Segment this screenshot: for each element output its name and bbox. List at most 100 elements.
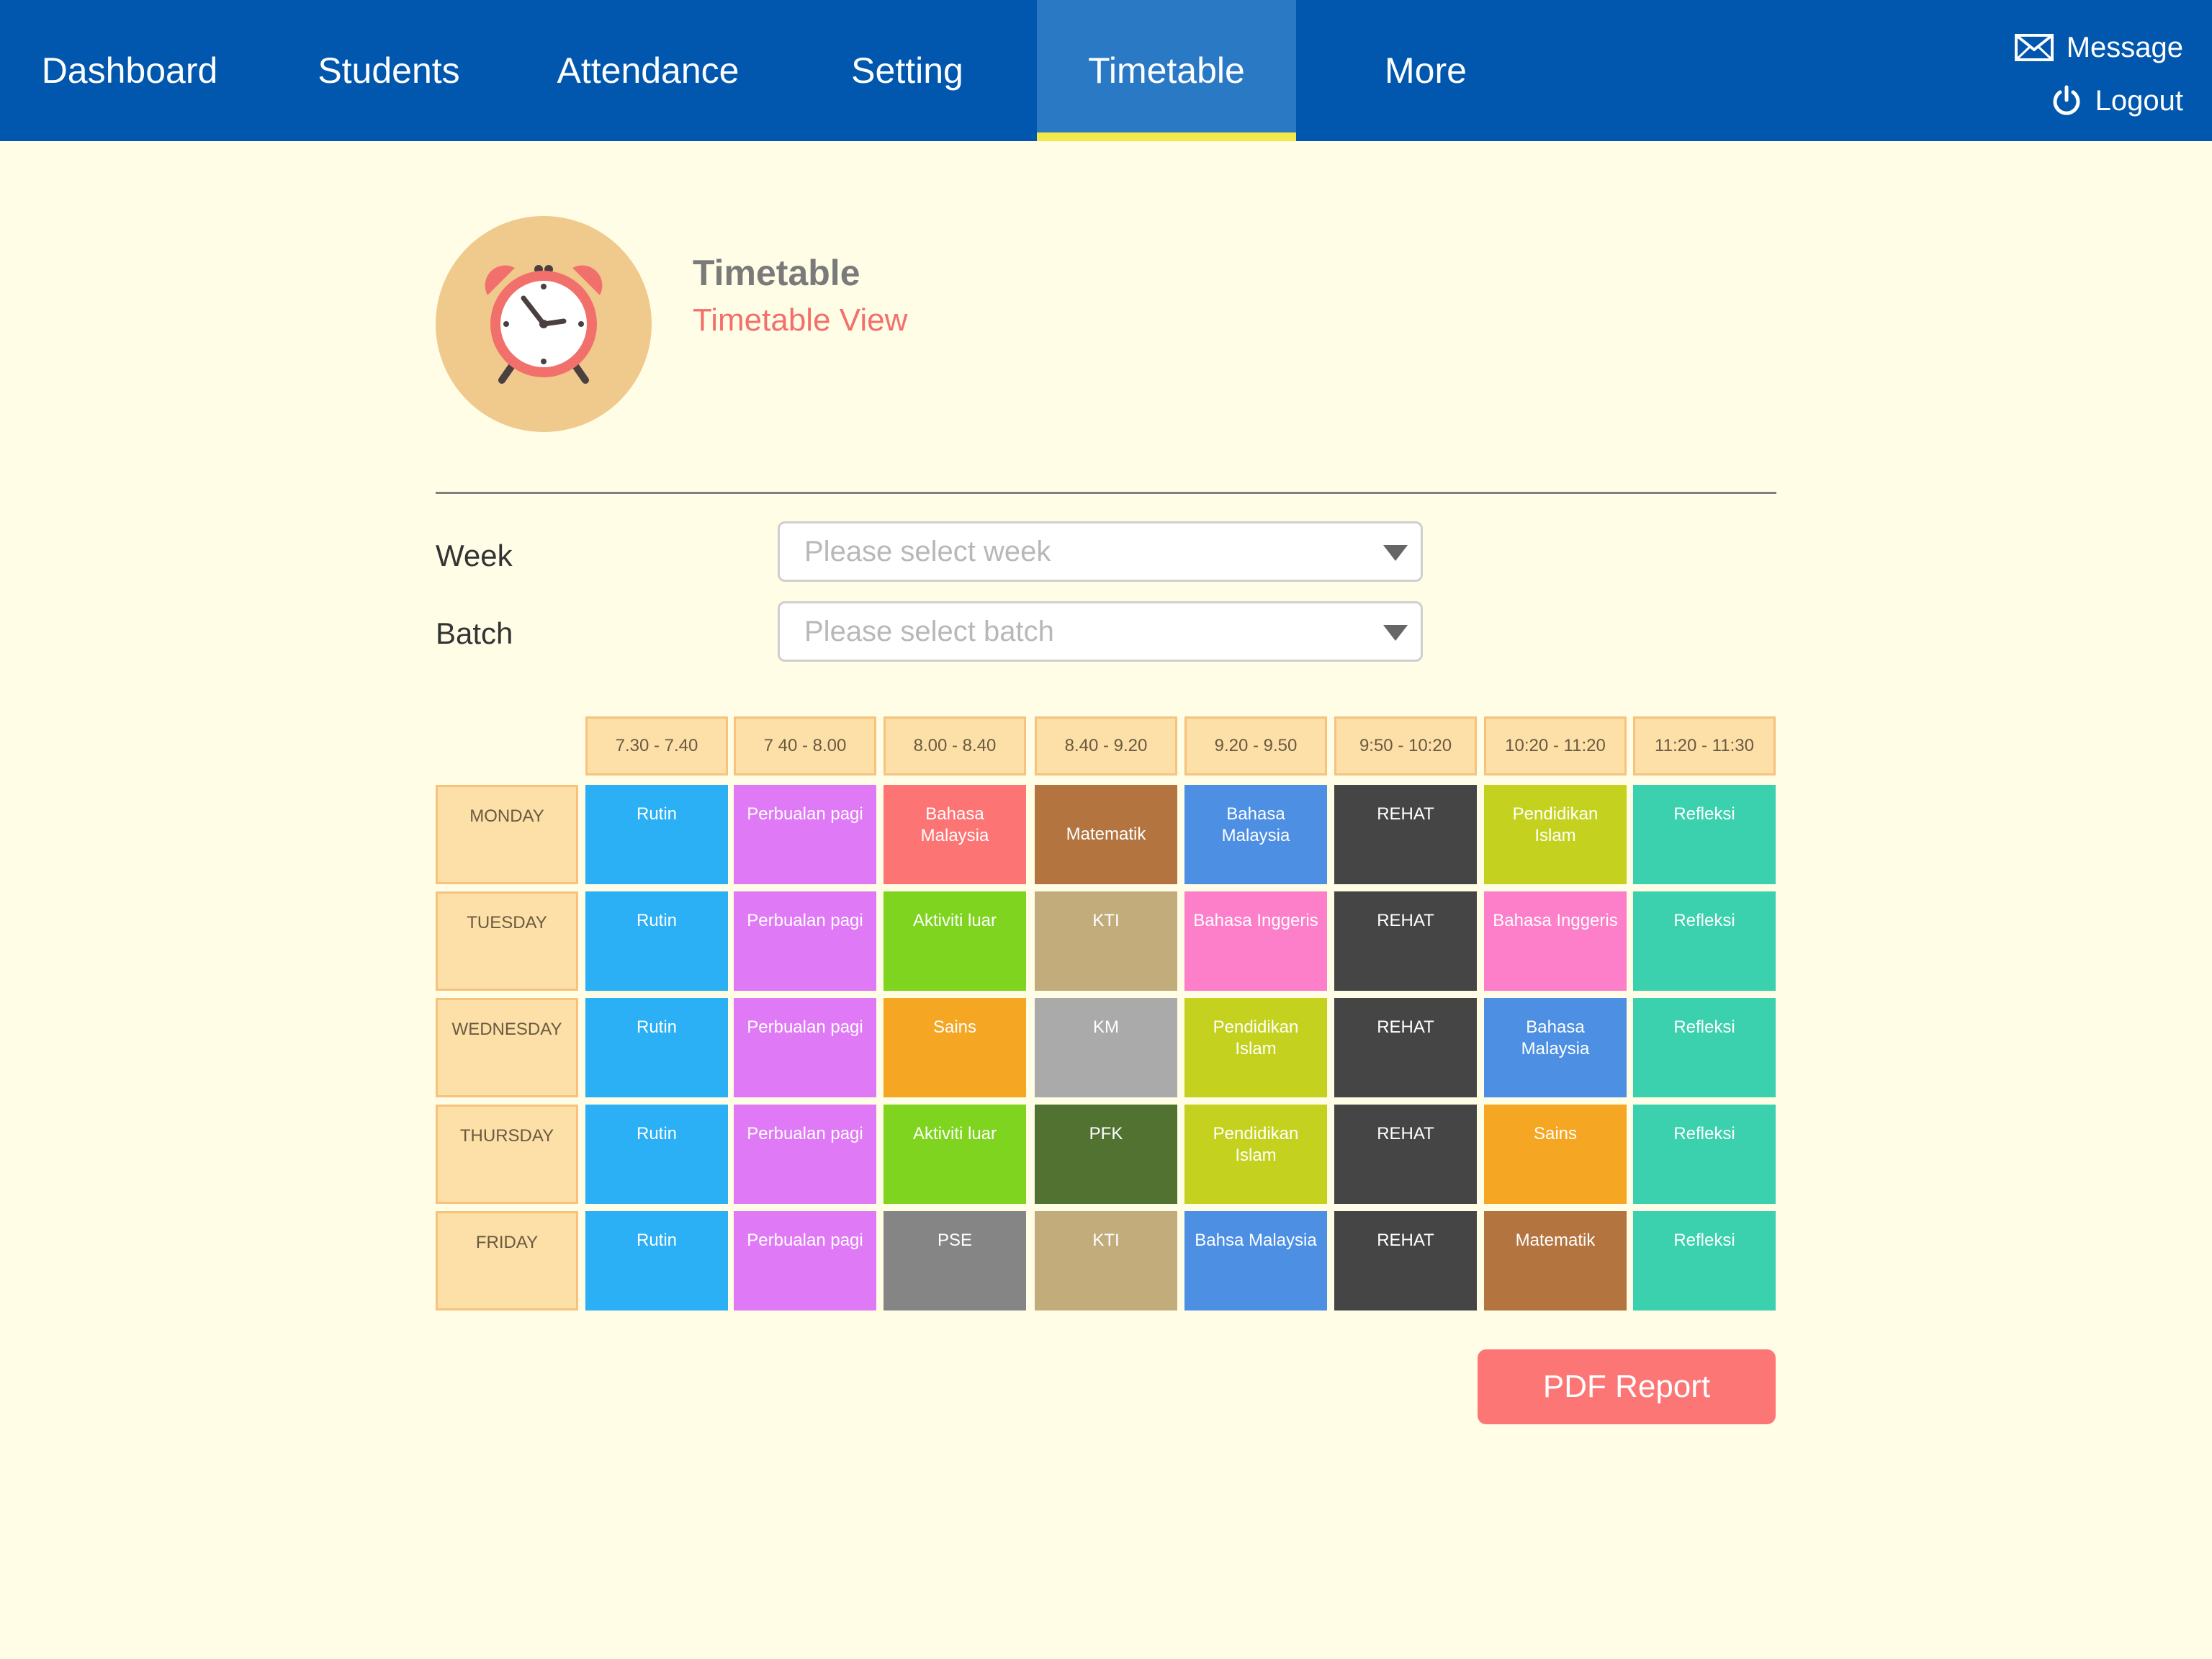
timetable-cell[interactable]: Perbualan pagi [734,1105,876,1204]
nav-dashboard[interactable]: Dashboard [14,0,245,141]
power-icon [2051,85,2082,117]
timetable-cell[interactable]: Aktiviti luar [884,891,1026,991]
timetable-cell[interactable]: Sains [884,998,1026,1097]
subject-label: Refleksi [1673,1017,1735,1037]
nav-setting[interactable]: Setting [792,0,1022,141]
subject-label: Matematik [1066,824,1146,844]
timetable-cell[interactable]: PFK [1035,1105,1177,1204]
subject-label: Pendidikan Islam [1512,804,1599,845]
timetable-cell[interactable]: Sains [1484,1105,1627,1204]
day-label: THURSDAY [436,1105,578,1204]
day-label: TUESDAY [436,891,578,991]
timetable-cell[interactable]: REHAT [1334,1211,1477,1310]
timetable-cell[interactable]: REHAT [1334,998,1477,1097]
subject-label: Refleksi [1673,1124,1735,1143]
timetable-cell[interactable]: Perbualan pagi [734,891,876,991]
timetable-cell[interactable]: Aktiviti luar [884,1105,1026,1204]
timetable-cell[interactable]: Pendidikan Islam [1184,1105,1327,1204]
timetable-cell[interactable]: Bahasa Inggeris [1484,891,1627,991]
timetable-cell[interactable]: Rutin [585,785,728,884]
time-slot-header: 7 40 - 8.00 [734,716,876,775]
header-icon-circle [436,216,652,432]
nav-students[interactable]: Students [274,0,504,141]
subject-label: Bahsa Malaysia [1195,1231,1317,1250]
subject-label: Rutin [636,1017,678,1037]
subject-label: Pendidikan Islam [1213,1017,1299,1058]
subject-label: Perbualan pagi [747,911,863,930]
timetable-cell[interactable]: PSE [884,1211,1026,1310]
timetable-cell[interactable]: Refleksi [1633,998,1776,1097]
week-select[interactable]: Please select week [778,521,1423,582]
subject-label: Perbualan pagi [747,804,863,824]
timetable-cell[interactable]: Pendidikan Islam [1484,785,1627,884]
subject-label: REHAT [1377,1124,1434,1143]
subject-label: PFK [1089,1124,1123,1143]
timetable-cell[interactable]: Perbualan pagi [734,1211,876,1310]
page-subtitle: Timetable View [693,302,908,338]
timetable-cell[interactable]: KM [1035,998,1177,1097]
subject-label: Bahasa Inggeris [1193,911,1318,930]
time-slot-header: 9.20 - 9.50 [1184,716,1327,775]
nav-timetable[interactable]: Timetable [1037,0,1296,141]
subject-label: Bahasa Malaysia [920,804,989,845]
timetable-cell[interactable]: Matematik [1035,785,1177,884]
subject-label: REHAT [1377,1231,1434,1250]
subject-label: Sains [932,1017,977,1037]
timetable-cell[interactable]: Rutin [585,1105,728,1204]
nav-attendance[interactable]: Attendance [533,0,763,141]
timetable-cell[interactable]: Refleksi [1633,1211,1776,1310]
subject-label: REHAT [1377,1017,1434,1037]
subject-label: Aktiviti luar [912,911,997,930]
subject-label: Rutin [636,1124,678,1143]
day-label: MONDAY [436,785,578,884]
timetable-cell[interactable]: Perbualan pagi [734,785,876,884]
timetable-cell[interactable]: Rutin [585,998,728,1097]
timetable-cell[interactable]: Bahasa Malaysia [1484,998,1627,1097]
week-select-placeholder: Please select week [804,536,1051,567]
time-slot-header: 10:20 - 11:20 [1484,716,1627,775]
subject-label: Rutin [636,804,678,824]
timetable-cell[interactable]: REHAT [1334,891,1477,991]
nav-more[interactable]: More [1310,0,1541,141]
pdf-report-button[interactable]: PDF Report [1478,1349,1776,1424]
time-slot-header: 11:20 - 11:30 [1633,716,1776,775]
subject-label: KM [1093,1017,1119,1037]
subject-label: KTI [1092,911,1120,930]
subject-label: Perbualan pagi [747,1124,863,1143]
timetable-cell[interactable]: Bahsa Malaysia [1184,1211,1327,1310]
chevron-down-icon [1383,625,1408,641]
timetable-cell[interactable]: Bahasa Inggeris [1184,891,1327,991]
batch-label: Batch [436,616,513,650]
logout-link[interactable]: Logout [2051,79,2183,122]
timetable-cell[interactable]: REHAT [1334,1105,1477,1204]
timetable-cell[interactable]: Refleksi [1633,785,1776,884]
timetable-cell[interactable]: KTI [1035,1211,1177,1310]
subject-label: Bahasa Malaysia [1521,1017,1590,1058]
timetable-cell[interactable]: Bahasa Malaysia [1184,785,1327,884]
subject-label: Aktiviti luar [912,1124,997,1143]
subject-label: Rutin [636,911,678,930]
batch-select[interactable]: Please select batch [778,601,1423,662]
subject-label: Bahasa Inggeris [1493,911,1618,930]
timetable-cell[interactable]: KTI [1035,891,1177,991]
page-title: Timetable [693,253,860,293]
batch-select-placeholder: Please select batch [804,616,1054,647]
timetable-cell[interactable]: Rutin [585,1211,728,1310]
time-slot-header: 8.00 - 8.40 [884,716,1026,775]
message-link[interactable]: Message [2014,26,2183,69]
subject-label: Matematik [1515,1231,1596,1250]
timetable-cell[interactable]: Refleksi [1633,1105,1776,1204]
logout-label: Logout [2095,84,2183,117]
envelope-icon [2014,34,2054,61]
timetable-cell[interactable]: Pendidikan Islam [1184,998,1327,1097]
day-label: WEDNESDAY [436,998,578,1097]
timetable-cell[interactable]: Rutin [585,891,728,991]
chevron-down-icon [1383,545,1408,561]
subject-label: Perbualan pagi [747,1231,863,1250]
timetable-cell[interactable]: REHAT [1334,785,1477,884]
timetable-cell[interactable]: Matematik [1484,1211,1627,1310]
top-navigation-bar: Dashboard Students Attendance Setting Ti… [0,0,2212,141]
timetable-cell[interactable]: Perbualan pagi [734,998,876,1097]
timetable-cell[interactable]: Refleksi [1633,891,1776,991]
timetable-cell[interactable]: Bahasa Malaysia [884,785,1026,884]
